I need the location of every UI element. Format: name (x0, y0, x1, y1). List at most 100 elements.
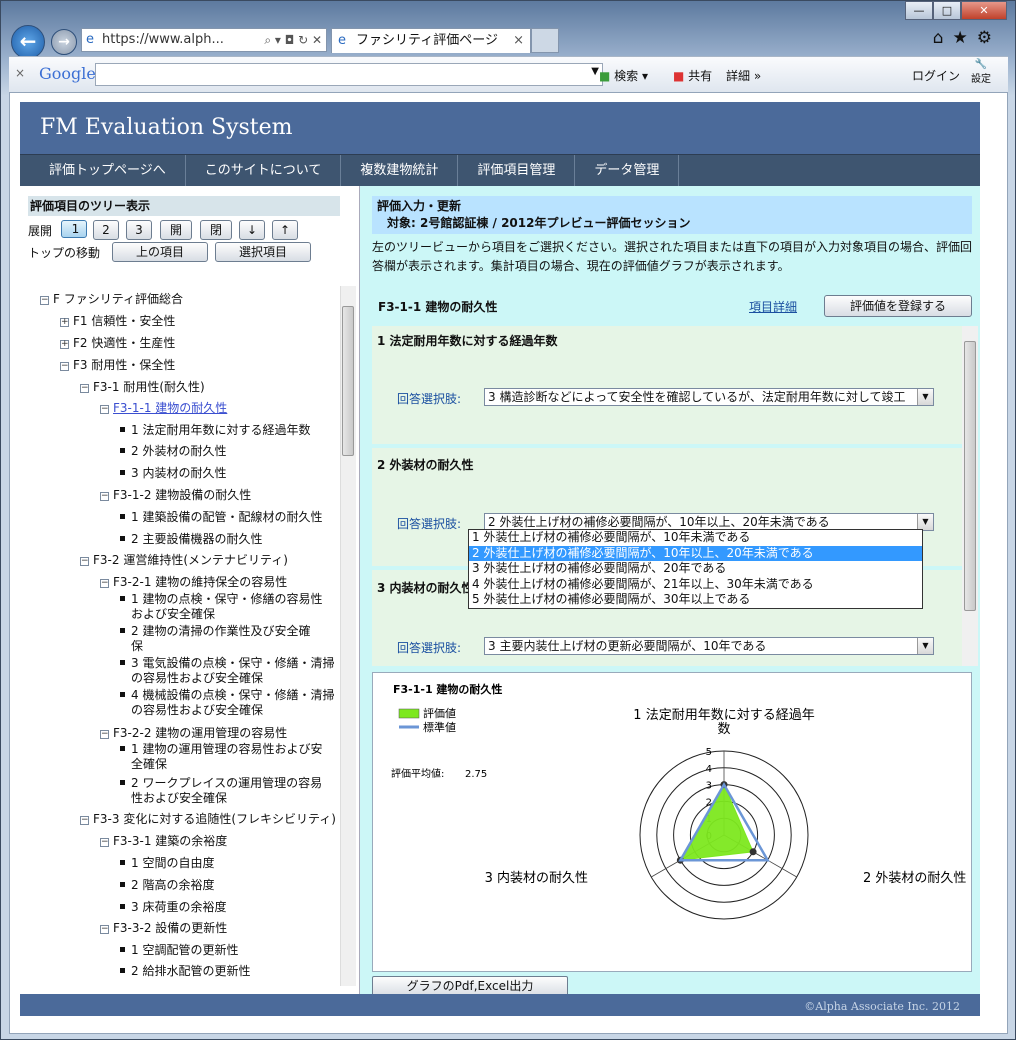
tree-node[interactable]: + F1 信頼性・安全性 (60, 312, 175, 329)
back-arrow-icon[interactable]: ← (11, 25, 45, 59)
selected-item-button[interactable]: 選択項目 (215, 242, 311, 262)
tree-node[interactable]: 1 建築設備の配管・配線材の耐久性 (120, 508, 322, 525)
chevron-down-icon[interactable]: ▼ (917, 389, 933, 405)
login-link[interactable]: ログイン (912, 67, 960, 84)
close-toolbar-icon[interactable]: × (15, 66, 25, 80)
collapse-icon[interactable]: − (100, 925, 109, 934)
tree-node[interactable]: 2 給排水配管の更新性 (120, 962, 250, 979)
menu-about[interactable]: このサイトについて (186, 155, 342, 186)
close-tab-icon[interactable]: × (513, 29, 524, 53)
axis-label: 3 内装材の耐久性 (485, 870, 588, 886)
address-tools-icon[interactable]: ⌕ ▾ ◘ ↻ ✕ (264, 29, 322, 51)
collapse-icon[interactable]: − (60, 362, 69, 371)
collapse-icon[interactable]: − (100, 579, 109, 588)
register-button[interactable]: 評価値を登録する (824, 295, 972, 317)
chevron-down-icon[interactable]: ▼ (917, 638, 933, 654)
questions-scroll-thumb[interactable] (964, 341, 976, 611)
tree-node[interactable]: 1 建物の点検・保守・修繕の容易性 および安全確保 (120, 592, 322, 621)
tree-node[interactable]: + F2 快適性・生産性 (60, 334, 175, 351)
tree-node[interactable]: 3 電気設備の点検・保守・修繕・清掃 の容易性および安全確保 (120, 656, 334, 685)
tree-node[interactable]: 1 建物の運用管理の容易性および安 全確保 (120, 742, 322, 771)
dropdown-option[interactable]: 2 外装仕上げ材の補修必要間隔が、10年以上、20年未満である (469, 545, 922, 561)
dropdown-option[interactable]: 1 外装仕上げ材の補修必要間隔が、10年未満である (469, 530, 922, 546)
collapse-icon[interactable]: − (100, 405, 109, 414)
address-bar[interactable]: e https://www.alph... ⌕ ▾ ◘ ↻ ✕ (81, 28, 327, 52)
expand-icon[interactable]: + (60, 318, 69, 327)
tree-node[interactable]: 1 法定耐用年数に対する経過年数 (120, 421, 310, 438)
home-icon[interactable]: ⌂ (933, 28, 953, 48)
tree-node[interactable]: 2 建物の清掃の作業性及び安全確保 (120, 624, 310, 653)
menu-top[interactable]: 評価トップページへ (30, 155, 186, 186)
tree-node[interactable]: − F3-2-1 建物の維持保全の容易性 (100, 573, 287, 590)
collapse-icon[interactable]: − (100, 730, 109, 739)
expand-1-button[interactable]: 1 (61, 220, 87, 238)
google-search-button[interactable]: ■ 検索 ▾ (599, 67, 648, 84)
detail-link[interactable]: 項目詳細 (749, 298, 797, 315)
tree-scroll-thumb[interactable] (342, 306, 354, 456)
tree-node[interactable]: − F3-3 変化に対する追随性(フレキシビリティ) (80, 810, 336, 827)
expand-3-button[interactable]: 3 (126, 220, 152, 240)
tree-node-label: 1 空調配管の更新性 (131, 943, 239, 957)
expand-2-button[interactable]: 2 (93, 220, 119, 240)
question-2-title: 2 外装材の耐久性 (377, 458, 474, 472)
collapse-icon[interactable]: − (80, 816, 89, 825)
tree-node[interactable]: − F3-1 耐用性(耐久性) (80, 378, 205, 395)
tab-active[interactable]: e ファシリティ評価ページ × (331, 28, 531, 53)
menu-eval-items[interactable]: 評価項目管理 (458, 155, 576, 186)
tree-node[interactable]: 2 主要設備機器の耐久性 (120, 530, 262, 547)
maximize-button[interactable]: □ (933, 1, 961, 20)
close-all-button[interactable]: 閉 (200, 220, 232, 240)
tree-node[interactable]: − F3-2-2 建物の運用管理の容易性 (100, 724, 287, 741)
minimize-button[interactable]: — (905, 1, 933, 20)
open-button[interactable]: 開 (160, 220, 192, 240)
forward-arrow-icon[interactable]: → (51, 29, 77, 55)
more-button[interactable]: 詳細 » (726, 67, 761, 84)
move-up-button[interactable]: ↑ (272, 220, 298, 240)
dropdown-option[interactable]: 3 外装仕上げ材の補修必要間隔が、20年である (469, 561, 922, 577)
tree-node[interactable]: 2 外装材の耐久性 (120, 442, 226, 459)
collapse-icon[interactable]: − (40, 296, 49, 305)
answer-select-3[interactable]: 3 主要内装仕上げ材の更新必要間隔が、10年である ▼ (484, 637, 934, 655)
tree-node[interactable]: 1 空間の自由度 (120, 854, 214, 871)
tree-node[interactable]: − F3-2 運営維持性(メンテナビリティ) (80, 551, 288, 568)
tree-node[interactable]: 2 ワークプレイスの運用管理の容易 性および安全確保 (120, 776, 322, 805)
answer-select-1[interactable]: 3 構造診断などによって安全性を確認しているが、法定耐用年数に対して竣工 ▼ (484, 388, 934, 406)
tree-node[interactable]: − F3-1-2 建物設備の耐久性 (100, 486, 251, 503)
tree-node[interactable]: − F3-1-1 建物の耐久性 (100, 399, 227, 416)
collapse-icon[interactable]: − (80, 384, 89, 393)
chevron-down-icon[interactable]: ▼ (917, 514, 933, 530)
tree-node-label: F3-2-1 建物の維持保全の容易性 (113, 575, 288, 589)
close-button[interactable]: ✕ (961, 1, 1007, 20)
dropdown-option[interactable]: 4 外装仕上げ材の補修必要間隔が、21年以上、30年未満である (469, 577, 922, 593)
tick-label: 5 (706, 747, 712, 758)
collapse-icon[interactable]: − (80, 557, 89, 566)
tree-node[interactable]: 4 機械設備の点検・保守・修繕・清掃 の容易性および安全確保 (120, 688, 334, 717)
dropdown-option[interactable]: 5 外装仕上げ材の補修必要間隔が、30年以上である (469, 592, 922, 608)
tree-node[interactable]: 3 床荷重の余裕度 (120, 898, 226, 915)
move-down-button[interactable]: ↓ (239, 220, 265, 240)
menu-data[interactable]: データ管理 (575, 155, 680, 186)
new-tab-button[interactable] (531, 28, 559, 53)
answer-label: 回答選択肢: (397, 517, 462, 531)
tree-node[interactable]: − F3 耐用性・保全性 (60, 356, 175, 373)
tree-node[interactable]: 1 空調配管の更新性 (120, 941, 238, 958)
parent-item-button[interactable]: 上の項目 (112, 242, 208, 262)
tree-node-label: 3 床荷重の余裕度 (131, 900, 227, 914)
google-search-input[interactable]: ▼ (95, 63, 603, 86)
collapse-icon[interactable]: − (100, 838, 109, 847)
tree-node[interactable]: − F ファシリティ評価総合 (40, 290, 183, 307)
settings-button[interactable]: 🔧 設定 (971, 59, 991, 85)
collapse-icon[interactable]: − (100, 492, 109, 501)
star-icon[interactable]: ★ (953, 28, 977, 48)
expand-icon[interactable]: + (60, 340, 69, 349)
tree-node[interactable]: − F3-3-1 建築の余裕度 (100, 832, 227, 849)
chevron-down-icon[interactable]: ▼ (591, 66, 599, 77)
answer-dropdown-list[interactable]: 1 外装仕上げ材の補修必要間隔が、10年未満である 2 外装仕上げ材の補修必要間隔… (468, 529, 923, 609)
tree-node[interactable]: − F3-3-2 設備の更新性 (100, 919, 227, 936)
share-button[interactable]: ■ 共有 (673, 67, 712, 84)
tree-node[interactable]: 2 階高の余裕度 (120, 876, 214, 893)
menu-multi-building[interactable]: 複数建物統計 (341, 155, 459, 186)
radar-chart: F3-1-1 建物の耐久性評価値標準値評価平均値:2.750123451 法定耐… (391, 682, 966, 920)
tree-node[interactable]: 3 内装材の耐久性 (120, 464, 226, 481)
gear-icon[interactable]: ⚙ (977, 28, 1001, 48)
